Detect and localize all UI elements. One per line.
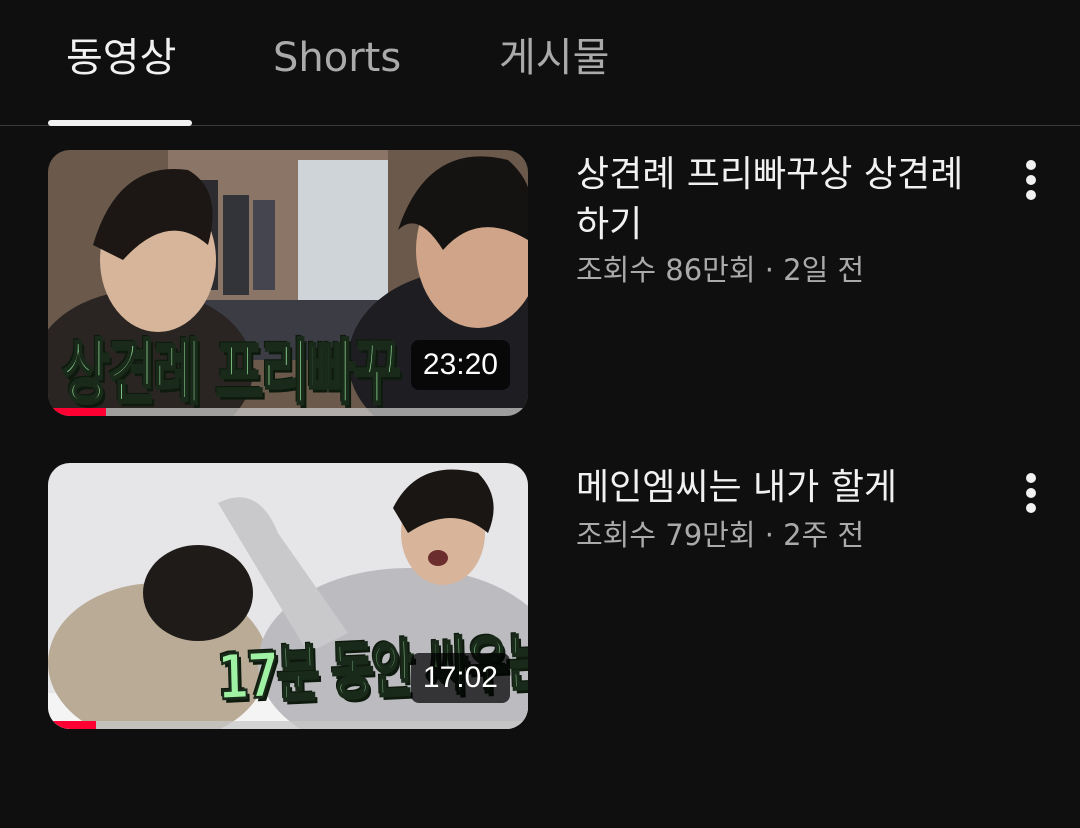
more-vert-icon[interactable] <box>1010 158 1054 202</box>
video-item[interactable]: 17분 동안 싸우는 형심 17:02 메인엠씨는 내가 할게 조회수 79만회… <box>0 463 1080 733</box>
watch-progress-fill <box>48 408 106 416</box>
watch-progress-bar <box>48 721 528 729</box>
video-title[interactable]: 메인엠씨는 내가 할게 <box>576 463 966 513</box>
thumbnail-caption: 상견례 프리빠꾸 <box>61 332 402 416</box>
watch-progress-bar <box>48 408 528 416</box>
more-vert-icon[interactable] <box>1010 471 1054 515</box>
video-duration-badge: 17:02 <box>410 653 510 703</box>
tab-shorts[interactable]: Shorts <box>273 30 401 86</box>
channel-tabs: 동영상 Shorts 게시물 <box>0 0 1080 126</box>
video-item[interactable]: 상견례 프리빠꾸 23:20 상견례 프리빠꾸상 상견례 하기 조회수 86만회… <box>0 150 1080 420</box>
video-meta: 조회수 79만회 · 2주 전 <box>576 518 865 552</box>
video-thumbnail[interactable]: 상견례 프리빠꾸 23:20 <box>48 150 528 416</box>
video-duration-badge: 23:20 <box>410 340 510 390</box>
tab-posts[interactable]: 게시물 <box>499 30 609 86</box>
watch-progress-fill <box>48 721 96 729</box>
video-title[interactable]: 상견례 프리빠꾸상 상견례 하기 <box>576 150 966 250</box>
video-thumbnail[interactable]: 17분 동안 싸우는 형심 17:02 <box>48 463 528 729</box>
tab-videos[interactable]: 동영상 <box>66 30 176 86</box>
video-meta: 조회수 86만회 · 2일 전 <box>576 253 865 287</box>
active-tab-indicator <box>48 120 192 126</box>
